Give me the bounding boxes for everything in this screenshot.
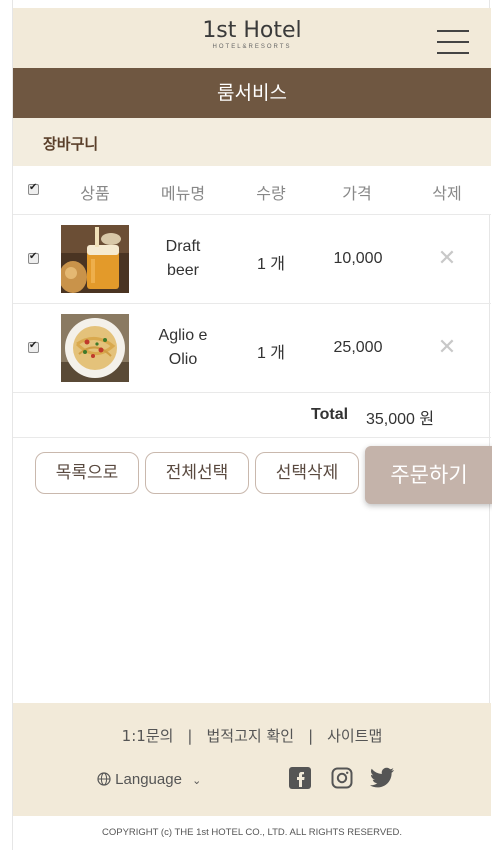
language-label: Language bbox=[115, 771, 182, 788]
footer-links: 1:1문의 | 법적고지 확인 | 사이트맵 bbox=[13, 725, 491, 746]
item-quantity: 1 개 bbox=[256, 345, 286, 362]
section-title: 장바구니 bbox=[43, 135, 99, 153]
section-header: 장바구니 bbox=[13, 118, 491, 166]
total-label: Total bbox=[311, 406, 349, 423]
page-title: 룸서비스 bbox=[13, 68, 491, 118]
table-row: Aglio e Olio 1 개 25,000 ✕ bbox=[13, 304, 491, 393]
row-checkbox[interactable] bbox=[28, 251, 39, 264]
total-row: Total 35,000 원 bbox=[13, 392, 491, 438]
site-header: 1st Hotel HOTEL&RESORTS bbox=[13, 8, 491, 68]
item-name-line2: beer bbox=[166, 262, 200, 279]
order-button[interactable]: 주문하기 bbox=[365, 446, 492, 504]
item-name-line1: Draft bbox=[165, 238, 201, 255]
item-quantity: 1 개 bbox=[256, 256, 286, 273]
footer-link-inquiry[interactable]: 1:1문의 bbox=[122, 727, 174, 745]
divider: | bbox=[187, 727, 193, 745]
copyright: COPYRIGHT (c) THE 1st HOTEL CO., LTD. AL… bbox=[13, 816, 491, 850]
item-price: 25,000 bbox=[333, 339, 383, 356]
logo-subtitle: HOTEL&RESORTS bbox=[212, 44, 292, 50]
col-price: 가격 bbox=[342, 184, 372, 203]
item-name-line1: Aglio e bbox=[158, 327, 208, 344]
item-price: 10,000 bbox=[333, 250, 383, 267]
col-product: 상품 bbox=[80, 184, 110, 203]
globe-icon bbox=[97, 771, 115, 788]
hamburger-menu-icon[interactable] bbox=[437, 30, 469, 54]
select-all-button[interactable]: 전체선택 bbox=[145, 452, 249, 494]
delete-selected-button[interactable]: 선택삭제 bbox=[255, 452, 359, 494]
twitter-icon[interactable] bbox=[369, 767, 395, 794]
language-selector[interactable]: Language ⌄ bbox=[97, 771, 201, 788]
chevron-down-icon: ⌄ bbox=[192, 775, 202, 787]
footer: 1:1문의 | 법적고지 확인 | 사이트맵 Language ⌄ bbox=[13, 703, 491, 816]
total-value: 35,000 원 bbox=[366, 411, 435, 428]
divider: | bbox=[308, 727, 314, 745]
item-name-line2: Olio bbox=[168, 351, 198, 368]
item-name: Draft beer bbox=[153, 235, 213, 283]
footer-link-sitemap[interactable]: 사이트맵 bbox=[327, 727, 382, 745]
mobile-frame: 1st Hotel HOTEL&RESORTS 룸서비스 장바구니 상품 메뉴명… bbox=[12, 0, 492, 850]
col-delete: 삭제 bbox=[432, 184, 462, 203]
item-name: Aglio e Olio bbox=[153, 324, 213, 372]
footer-link-legal[interactable]: 법적고지 확인 bbox=[206, 727, 294, 745]
logo[interactable]: 1st Hotel HOTEL&RESORTS bbox=[13, 18, 491, 50]
row-checkbox[interactable] bbox=[28, 340, 39, 353]
aglio-e-olio-image bbox=[61, 314, 129, 382]
col-quantity: 수량 bbox=[256, 184, 286, 203]
close-icon[interactable]: ✕ bbox=[435, 245, 459, 271]
facebook-icon[interactable] bbox=[289, 767, 311, 794]
table-header: 상품 메뉴명 수량 가격 삭제 bbox=[13, 166, 491, 215]
select-all-checkbox[interactable] bbox=[28, 182, 39, 195]
close-icon[interactable]: ✕ bbox=[435, 334, 459, 360]
instagram-icon[interactable] bbox=[331, 767, 353, 794]
back-to-list-button[interactable]: 목록으로 bbox=[35, 452, 139, 494]
draft-beer-image bbox=[61, 225, 129, 293]
col-menu-name: 메뉴명 bbox=[160, 184, 206, 203]
table-row: Draft beer 1 개 10,000 ✕ bbox=[13, 215, 491, 304]
logo-title: 1st Hotel bbox=[202, 18, 302, 43]
